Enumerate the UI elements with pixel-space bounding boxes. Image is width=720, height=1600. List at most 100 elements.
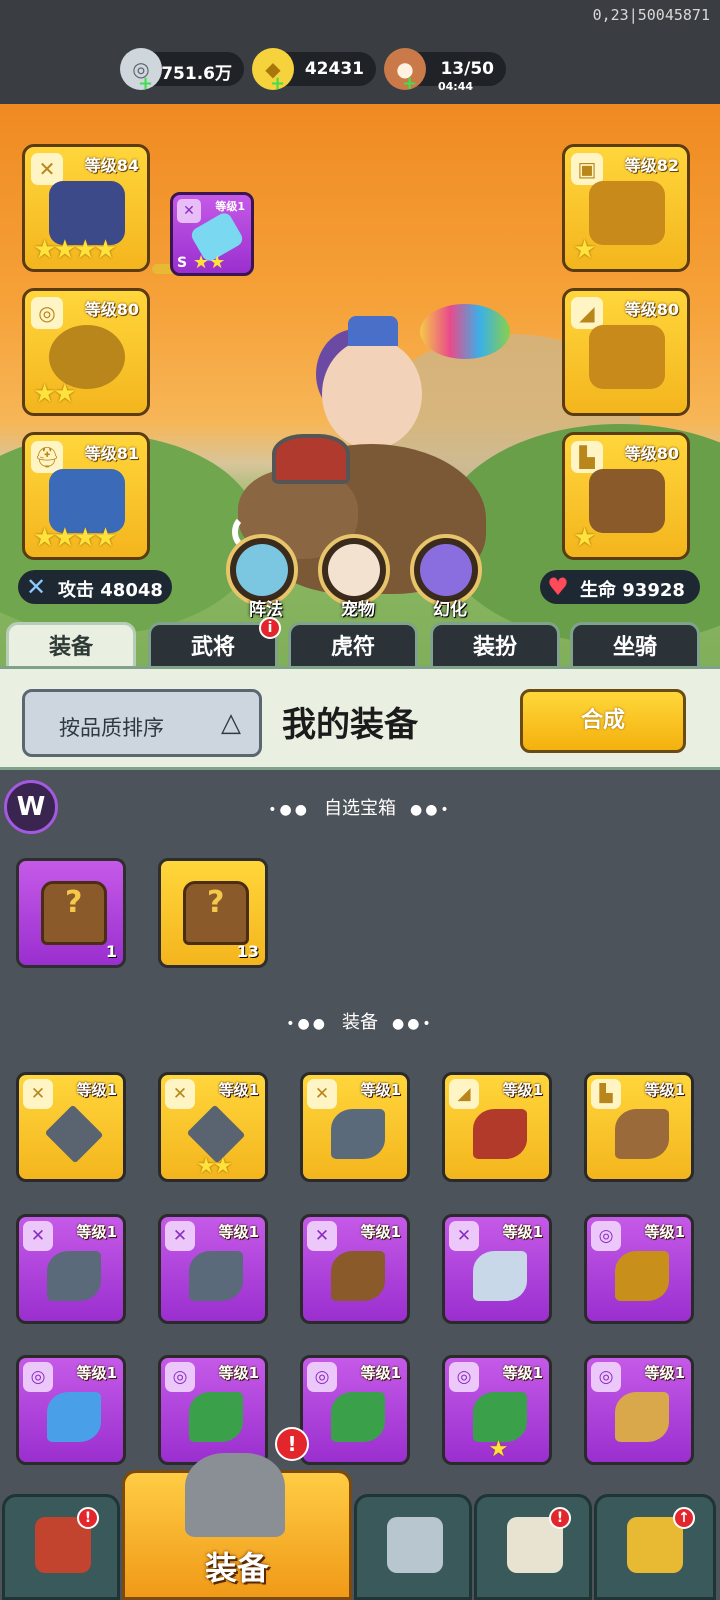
- bracer-icon: ◢: [571, 297, 603, 329]
- equipment-item[interactable]: ◎ 等级1: [158, 1355, 268, 1465]
- equipment-item[interactable]: ◎ 等级1: [584, 1355, 694, 1465]
- transform-label: 幻化: [433, 600, 467, 620]
- section-title: 自选宝箱: [324, 798, 396, 819]
- equipment-item[interactable]: ✕ 等级1 ★★: [158, 1072, 268, 1182]
- sword-icon: ✕: [177, 199, 201, 223]
- stamina-resource[interactable]: ● + 13/50 04:44: [384, 48, 506, 94]
- tab-costume[interactable]: 装扮: [430, 622, 560, 668]
- item-level: 等级1: [360, 1364, 401, 1382]
- item-art: [331, 1251, 385, 1301]
- item-level: 等级1: [218, 1223, 259, 1241]
- equipment-item[interactable]: ◎ 等级1 ★: [442, 1355, 552, 1465]
- alert-badge-icon: !: [549, 1507, 571, 1529]
- upgrade-arrow-icon: ↑: [673, 1507, 695, 1529]
- slot-stars: ★★★★: [33, 235, 117, 265]
- transform-button[interactable]: 幻化: [410, 534, 482, 620]
- gem-level: 等级1: [215, 200, 245, 213]
- helmet-icon: ⛑: [31, 441, 63, 473]
- medal-icon: ◎: [591, 1362, 621, 1392]
- equipment-screen: 0,23|50045871 ◎ + 751.6万 ◆ + 42431 ● + 1…: [0, 0, 720, 1600]
- info-alert-icon: i: [259, 617, 281, 639]
- attack-value: 攻击 48048: [58, 580, 163, 601]
- slot-stars: ★★★★: [33, 523, 117, 553]
- equipment-item[interactable]: ◎ 等级1: [584, 1214, 694, 1324]
- stamina-timer: 04:44: [438, 80, 474, 93]
- nav-upgrade[interactable]: ↑: [594, 1494, 716, 1600]
- sort-by-quality-button[interactable]: 按品质排序 △: [22, 689, 262, 757]
- nav-shop[interactable]: !: [2, 1494, 120, 1600]
- slot-weapon[interactable]: ✕ 等级84 ★★★★: [22, 144, 150, 272]
- item-level: 等级1: [502, 1364, 543, 1382]
- medal-icon: ◎: [449, 1362, 479, 1392]
- slot-armor[interactable]: ▣ 等级82 ★: [562, 144, 690, 272]
- gold-value: 42431: [304, 59, 364, 79]
- equipment-item[interactable]: ▙ 等级1: [584, 1072, 694, 1182]
- slot-boots[interactable]: ▙ 等级80 ★: [562, 432, 690, 560]
- equipment-item[interactable]: ✕ 等级1: [16, 1214, 126, 1324]
- equipment-item[interactable]: ✕ 等级1: [158, 1214, 268, 1324]
- question-mark-icon: ?: [65, 885, 83, 920]
- add-gold-icon[interactable]: +: [270, 73, 285, 94]
- page-title: 我的装备: [282, 705, 418, 745]
- tab-generals[interactable]: 武将 i: [148, 617, 281, 668]
- item-level: 等级1: [218, 1364, 259, 1382]
- equipment-item[interactable]: ✕ 等级1: [300, 1214, 410, 1324]
- tab-label: 虎符: [330, 635, 375, 660]
- nav-battle[interactable]: [354, 1494, 472, 1600]
- nav-equipment[interactable]: ! 装备: [122, 1427, 352, 1600]
- add-silver-icon[interactable]: +: [138, 73, 153, 94]
- sword-icon: ✕: [307, 1079, 337, 1109]
- nav-campaign[interactable]: !: [474, 1494, 592, 1600]
- chest-item[interactable]: ? 1: [16, 858, 126, 968]
- slot-bracer[interactable]: ◢ 等级80: [562, 288, 690, 416]
- item-level: 等级1: [644, 1081, 685, 1099]
- slot-amulet[interactable]: ◎ 等级80 ★★: [22, 288, 150, 416]
- gold-resource[interactable]: ◆ + 42431: [252, 48, 376, 94]
- slot-level: 等级80: [84, 300, 139, 319]
- pet-label: 宠物: [341, 600, 375, 620]
- armor-icon: ▣: [571, 153, 603, 185]
- equipment-item[interactable]: ◎ 等级1: [300, 1355, 410, 1465]
- bottom-nav: ! ! 装备 ! ↑: [0, 1427, 720, 1600]
- tab-equipment[interactable]: 装备: [6, 622, 136, 668]
- item-level: 等级1: [502, 1223, 543, 1241]
- silver-value: 751.6万: [161, 64, 232, 84]
- hero-crown: [348, 316, 398, 346]
- item-art: [615, 1109, 669, 1159]
- add-stamina-icon[interactable]: +: [402, 73, 417, 94]
- decorative-dots: •●●: [286, 1016, 328, 1032]
- nav-label: 装备: [204, 1549, 269, 1587]
- boots-icon: ▙: [571, 441, 603, 473]
- synthesize-button[interactable]: 合成: [520, 689, 686, 753]
- tab-tiger-tally[interactable]: 虎符: [288, 622, 418, 668]
- section-title: 装备: [342, 1012, 378, 1033]
- chest-item[interactable]: ? 13: [158, 858, 268, 968]
- item-stars: ★★: [196, 1154, 232, 1179]
- item-level: 等级1: [218, 1081, 259, 1099]
- equipment-item[interactable]: ◢ 等级1: [442, 1072, 552, 1182]
- item-art: [615, 1392, 669, 1442]
- item-art: [47, 1392, 101, 1442]
- item-stars: ★: [488, 1437, 509, 1462]
- item-art: [473, 1251, 527, 1301]
- item-art: [331, 1109, 385, 1159]
- item-level: 等级1: [644, 1364, 685, 1382]
- crossed-swords-icon: [387, 1517, 443, 1573]
- equipment-item[interactable]: ✕ 等级1: [442, 1214, 552, 1324]
- slot-gem[interactable]: ✕ 等级1 S ★★: [170, 192, 254, 276]
- pet-button[interactable]: 宠物: [318, 534, 390, 620]
- tab-label: 装备: [48, 635, 93, 660]
- slot-helmet[interactable]: ⛑ 等级81 ★★★★: [22, 432, 150, 560]
- tab-mount[interactable]: 坐骑: [570, 622, 700, 668]
- sword-icon: ✕: [31, 153, 63, 185]
- equipment-item[interactable]: ◎ 等级1: [16, 1355, 126, 1465]
- tab-label: 武将: [190, 635, 235, 660]
- equipment-item[interactable]: ✕ 等级1: [16, 1072, 126, 1182]
- formation-button[interactable]: 阵法: [226, 534, 298, 620]
- equipment-item[interactable]: ✕ 等级1: [300, 1072, 410, 1182]
- item-art: [189, 1251, 243, 1301]
- section-header-equipment: •●● 装备 ●●•: [0, 1008, 720, 1034]
- alert-badge-icon: !: [275, 1427, 309, 1461]
- silver-resource[interactable]: ◎ + 751.6万: [120, 48, 244, 94]
- stamina-value: 13/50: [440, 59, 494, 79]
